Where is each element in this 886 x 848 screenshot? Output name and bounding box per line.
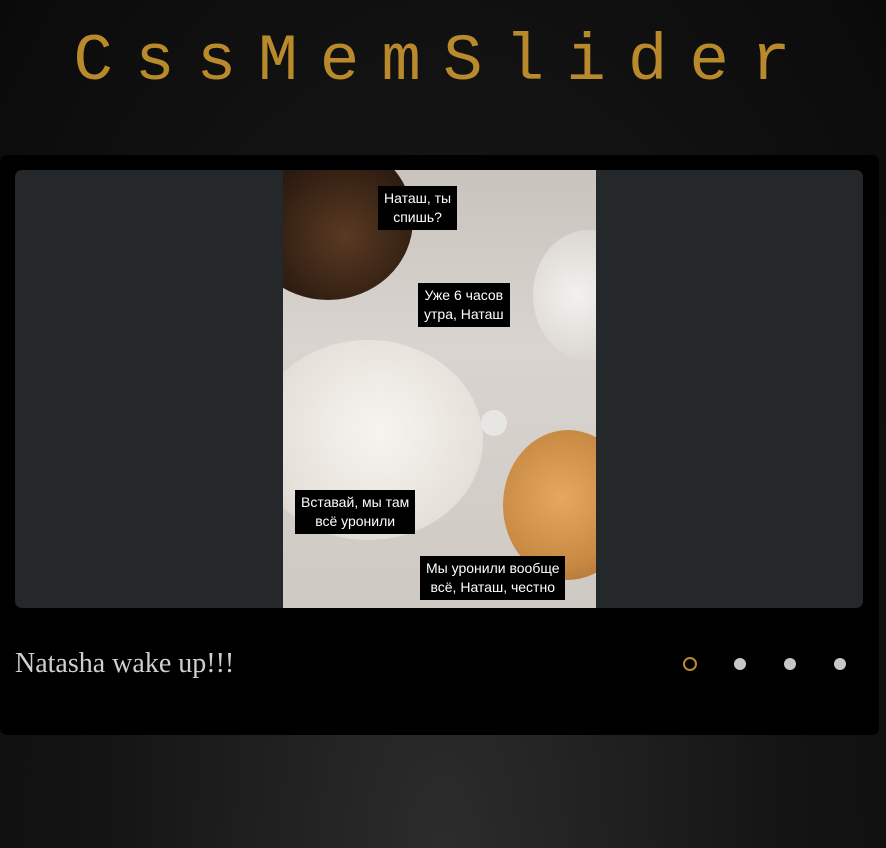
page-title: CssMemSlider	[73, 24, 813, 99]
slide-dot-3[interactable]	[784, 658, 796, 670]
meme-caption-1: Наташ, ты спишь?	[378, 186, 458, 230]
meme-image: Наташ, ты спишь? Уже 6 часов утра, Наташ…	[283, 170, 596, 608]
meme-caption-2: Уже 6 часов утра, Наташ	[418, 283, 510, 327]
slide-dot-2[interactable]	[734, 658, 746, 670]
ceiling-light	[481, 410, 507, 436]
meme-caption-3: Вставай, мы там всё уронили	[295, 490, 416, 534]
meme-caption-4: Мы уронили вообще всё, Наташ, честно	[420, 556, 566, 600]
slide-caption: Natasha wake up!!!	[15, 648, 235, 679]
slide-dot-1[interactable]	[683, 657, 697, 671]
cat-right	[533, 230, 596, 360]
slide-dot-4[interactable]	[834, 658, 846, 670]
meme-slider: Наташ, ты спишь? Уже 6 часов утра, Наташ…	[0, 155, 879, 735]
slide-stage: Наташ, ты спишь? Уже 6 часов утра, Наташ…	[15, 170, 863, 608]
